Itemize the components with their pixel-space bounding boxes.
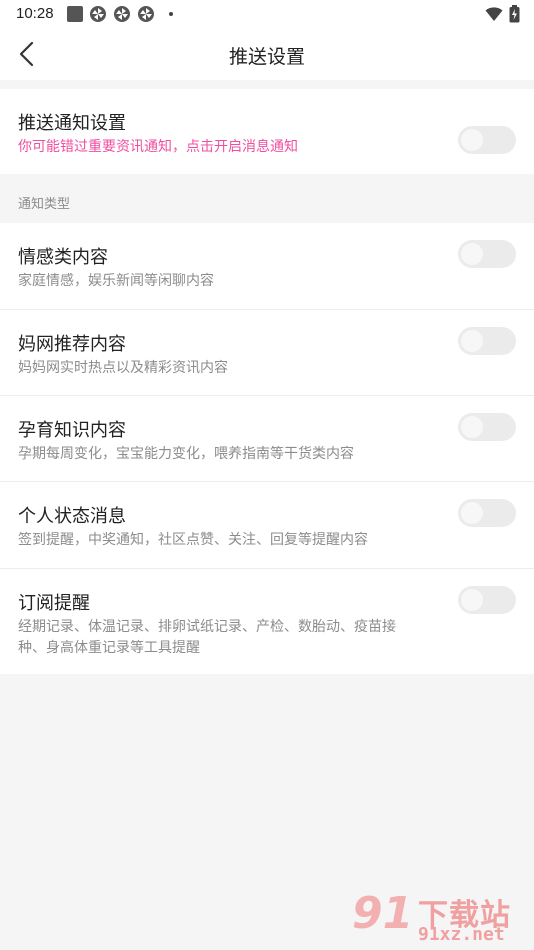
item-desc: 孕期每周变化，宝宝能力变化，喂养指南等干货类内容: [18, 445, 354, 461]
push-setting-hint: 你可能错过重要资讯通知，点击开启消息通知: [18, 138, 298, 154]
list-item: 妈网推荐内容 妈妈网实时热点以及精彩资讯内容: [0, 310, 534, 396]
item-title: 个人状态消息: [18, 506, 126, 526]
item-desc-line2: 种、身高体重记录等工具提醒: [18, 639, 200, 655]
toggle-recommended[interactable]: [458, 327, 516, 355]
toggle-knob: [461, 416, 483, 438]
item-desc-line1: 经期记录、体温记录、排卵试纸记录、产检、数胎动、疫苗接: [18, 618, 396, 634]
pinwheel-icon: [90, 6, 106, 22]
list-item: 情感类内容 家庭情感，娱乐新闻等闲聊内容: [0, 223, 534, 310]
watermark-logo: 91 下载站 91xz.net: [352, 888, 528, 946]
toggle-personal-status[interactable]: [458, 499, 516, 527]
status-bar: 10:28: [0, 0, 534, 28]
status-time: 10:28: [16, 5, 54, 22]
pinwheel-icon: [114, 6, 130, 22]
notification-icons: [67, 5, 173, 23]
item-title: 孕育知识内容: [18, 420, 126, 440]
item-desc: 妈妈网实时热点以及精彩资讯内容: [18, 359, 228, 375]
section-label: 通知类型: [18, 196, 71, 211]
toggle-knob: [461, 589, 483, 611]
watermark-91: 91: [352, 888, 414, 939]
toggle-parenting-knowledge[interactable]: [458, 413, 516, 441]
app-bar: 推送设置: [0, 28, 534, 80]
push-setting-card: 推送通知设置 你可能错过重要资讯通知，点击开启消息通知: [0, 89, 534, 174]
toggle-knob: [461, 243, 483, 265]
toggle-knob: [461, 502, 483, 524]
push-setting-title: 推送通知设置: [18, 113, 126, 133]
item-title: 情感类内容: [18, 247, 108, 267]
item-title: 订阅提醒: [18, 593, 90, 613]
toggle-emotional[interactable]: [458, 240, 516, 268]
item-desc: 签到提醒，中奖通知，社区点赞、关注、回复等提醒内容: [18, 531, 368, 547]
push-setting-toggle[interactable]: [458, 126, 516, 154]
list-item: 孕育知识内容 孕期每周变化，宝宝能力变化，喂养指南等干货类内容: [0, 396, 534, 482]
list-item: 订阅提醒 经期记录、体温记录、排卵试纸记录、产检、数胎动、疫苗接 种、身高体重记…: [0, 569, 534, 675]
watermark-url: 91xz.net: [418, 924, 505, 945]
square-notification-icon: [67, 6, 83, 22]
pinwheel-icon: [138, 6, 154, 22]
item-desc: 家庭情感，娱乐新闻等闲聊内容: [18, 272, 214, 288]
push-setting-row: 推送通知设置 你可能错过重要资讯通知，点击开启消息通知: [0, 89, 534, 174]
list-item: 个人状态消息 签到提醒，中奖通知，社区点赞、关注、回复等提醒内容: [0, 482, 534, 569]
wifi-icon: [485, 7, 503, 21]
dot-icon: [169, 12, 173, 16]
toggle-knob: [461, 330, 483, 352]
notification-types-card: 情感类内容 家庭情感，娱乐新闻等闲聊内容 妈网推荐内容 妈妈网实时热点以及精彩资…: [0, 223, 534, 674]
page-title: 推送设置: [228, 47, 305, 68]
item-title: 妈网推荐内容: [18, 334, 126, 354]
toggle-knob: [461, 129, 483, 151]
system-icons: [485, 5, 520, 23]
battery-charging-icon: [509, 5, 520, 23]
toggle-subscription[interactable]: [458, 586, 516, 614]
